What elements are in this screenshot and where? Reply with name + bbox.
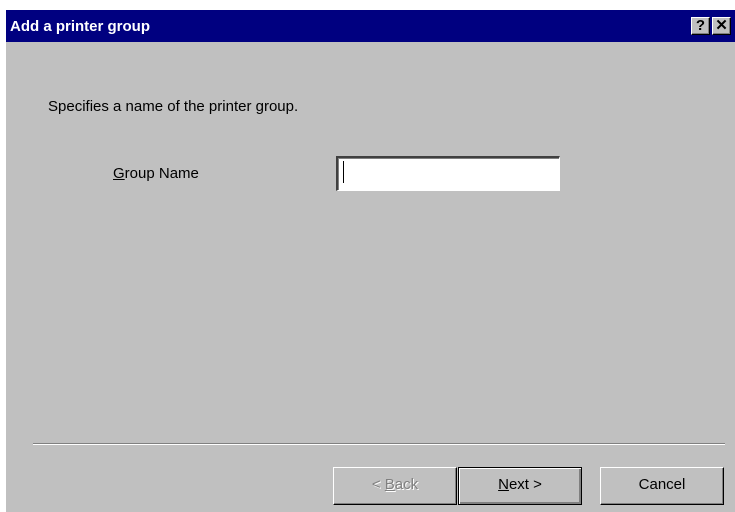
group-name-label-rest: roup Name [124, 165, 199, 182]
window-title: Add a printer group [10, 18, 150, 35]
cancel-button[interactable]: Cancel [600, 467, 724, 505]
group-name-input[interactable] [336, 156, 560, 191]
close-icon[interactable]: ✕ [712, 17, 731, 35]
help-icon[interactable]: ? [691, 17, 710, 35]
back-button[interactable]: < Back [333, 467, 457, 505]
next-button-mnemonic: N [498, 476, 509, 493]
title-bar[interactable]: Add a printer group ? ✕ [6, 10, 735, 42]
back-button-prefix: < [371, 476, 385, 493]
description-text: Specifies a name of the printer group. [48, 98, 299, 115]
button-separator [33, 443, 725, 445]
group-name-label-mnemonic: G [113, 165, 125, 182]
back-button-mnemonic: B [384, 476, 395, 493]
group-name-label: Group Name [113, 165, 199, 182]
next-button[interactable]: Next > [458, 467, 582, 505]
back-button-rest: ack [394, 476, 419, 493]
add-printer-group-dialog: Add a printer group ? ✕ Specifies a name… [4, 8, 735, 512]
next-button-rest: ext > [508, 476, 542, 493]
text-caret [343, 161, 344, 183]
